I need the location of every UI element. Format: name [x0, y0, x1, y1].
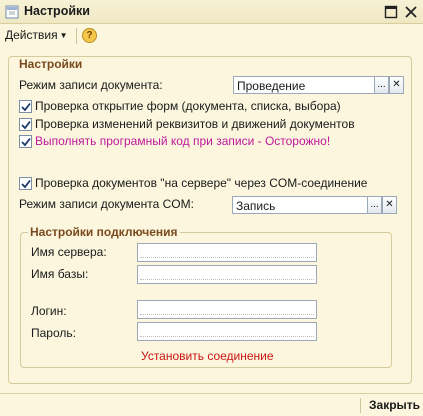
run-code-on-write-checkbox[interactable]	[19, 135, 32, 148]
com-write-mode-clear-button[interactable]: ✕	[382, 196, 397, 214]
doc-write-mode-clear-button[interactable]: ✕	[389, 76, 404, 94]
doc-write-mode-label: Режим записи документа:	[19, 78, 163, 92]
doc-write-mode-field[interactable]: Проведение	[233, 76, 375, 94]
check-changes-label: Проверка изменений реквизитов и движений…	[35, 117, 355, 131]
doc-write-mode-select-button[interactable]: ...	[374, 76, 389, 94]
database-name-field[interactable]	[137, 265, 317, 284]
check-server-com-checkbox[interactable]	[19, 177, 32, 190]
help-icon[interactable]: ?	[82, 28, 97, 43]
actions-menu-label: Действия	[5, 28, 58, 42]
window-titlebar: Настройки	[0, 0, 423, 24]
settings-group-title: Настройки	[17, 57, 85, 71]
actions-menu[interactable]: Действия ▼	[5, 28, 68, 42]
close-icon[interactable]	[404, 5, 418, 19]
chevron-down-icon: ▼	[59, 31, 68, 40]
com-write-mode-value: Запись	[236, 199, 276, 213]
com-write-mode-select-button[interactable]: ...	[367, 196, 382, 214]
maximize-icon[interactable]	[384, 5, 398, 19]
bottom-divider	[360, 398, 361, 413]
settings-form-icon	[5, 5, 19, 19]
com-write-mode-field[interactable]: Запись	[232, 196, 368, 214]
server-name-label: Имя сервера:	[31, 245, 107, 259]
doc-write-mode-value: Проведение	[237, 79, 306, 93]
check-changes-checkbox[interactable]	[19, 118, 32, 131]
menu-divider	[76, 28, 77, 44]
server-name-field[interactable]	[137, 243, 317, 262]
check-server-com-label: Проверка документов "на сервере" через C…	[35, 176, 368, 190]
run-code-on-write-label: Выполнять програмный код при записи - Ос…	[35, 134, 331, 148]
connection-group-title: Настройки подключения	[28, 225, 180, 239]
login-label: Логин:	[31, 304, 67, 318]
check-form-open-label: Проверка открытие форм (документа, списк…	[35, 99, 341, 113]
com-write-mode-label: Режим записи документа COM:	[19, 197, 194, 211]
database-name-label: Имя базы:	[31, 267, 89, 281]
password-label: Пароль:	[31, 326, 76, 340]
command-bar: Действия ▼ ?	[0, 25, 423, 47]
password-field[interactable]	[137, 322, 317, 341]
bottom-bar: Закрыть	[0, 393, 423, 416]
close-button[interactable]: Закрыть	[369, 398, 420, 412]
connect-link[interactable]: Установить соединение	[141, 349, 274, 363]
login-field[interactable]	[137, 300, 317, 319]
check-form-open-checkbox[interactable]	[19, 100, 32, 113]
window-title: Настройки	[24, 4, 90, 18]
